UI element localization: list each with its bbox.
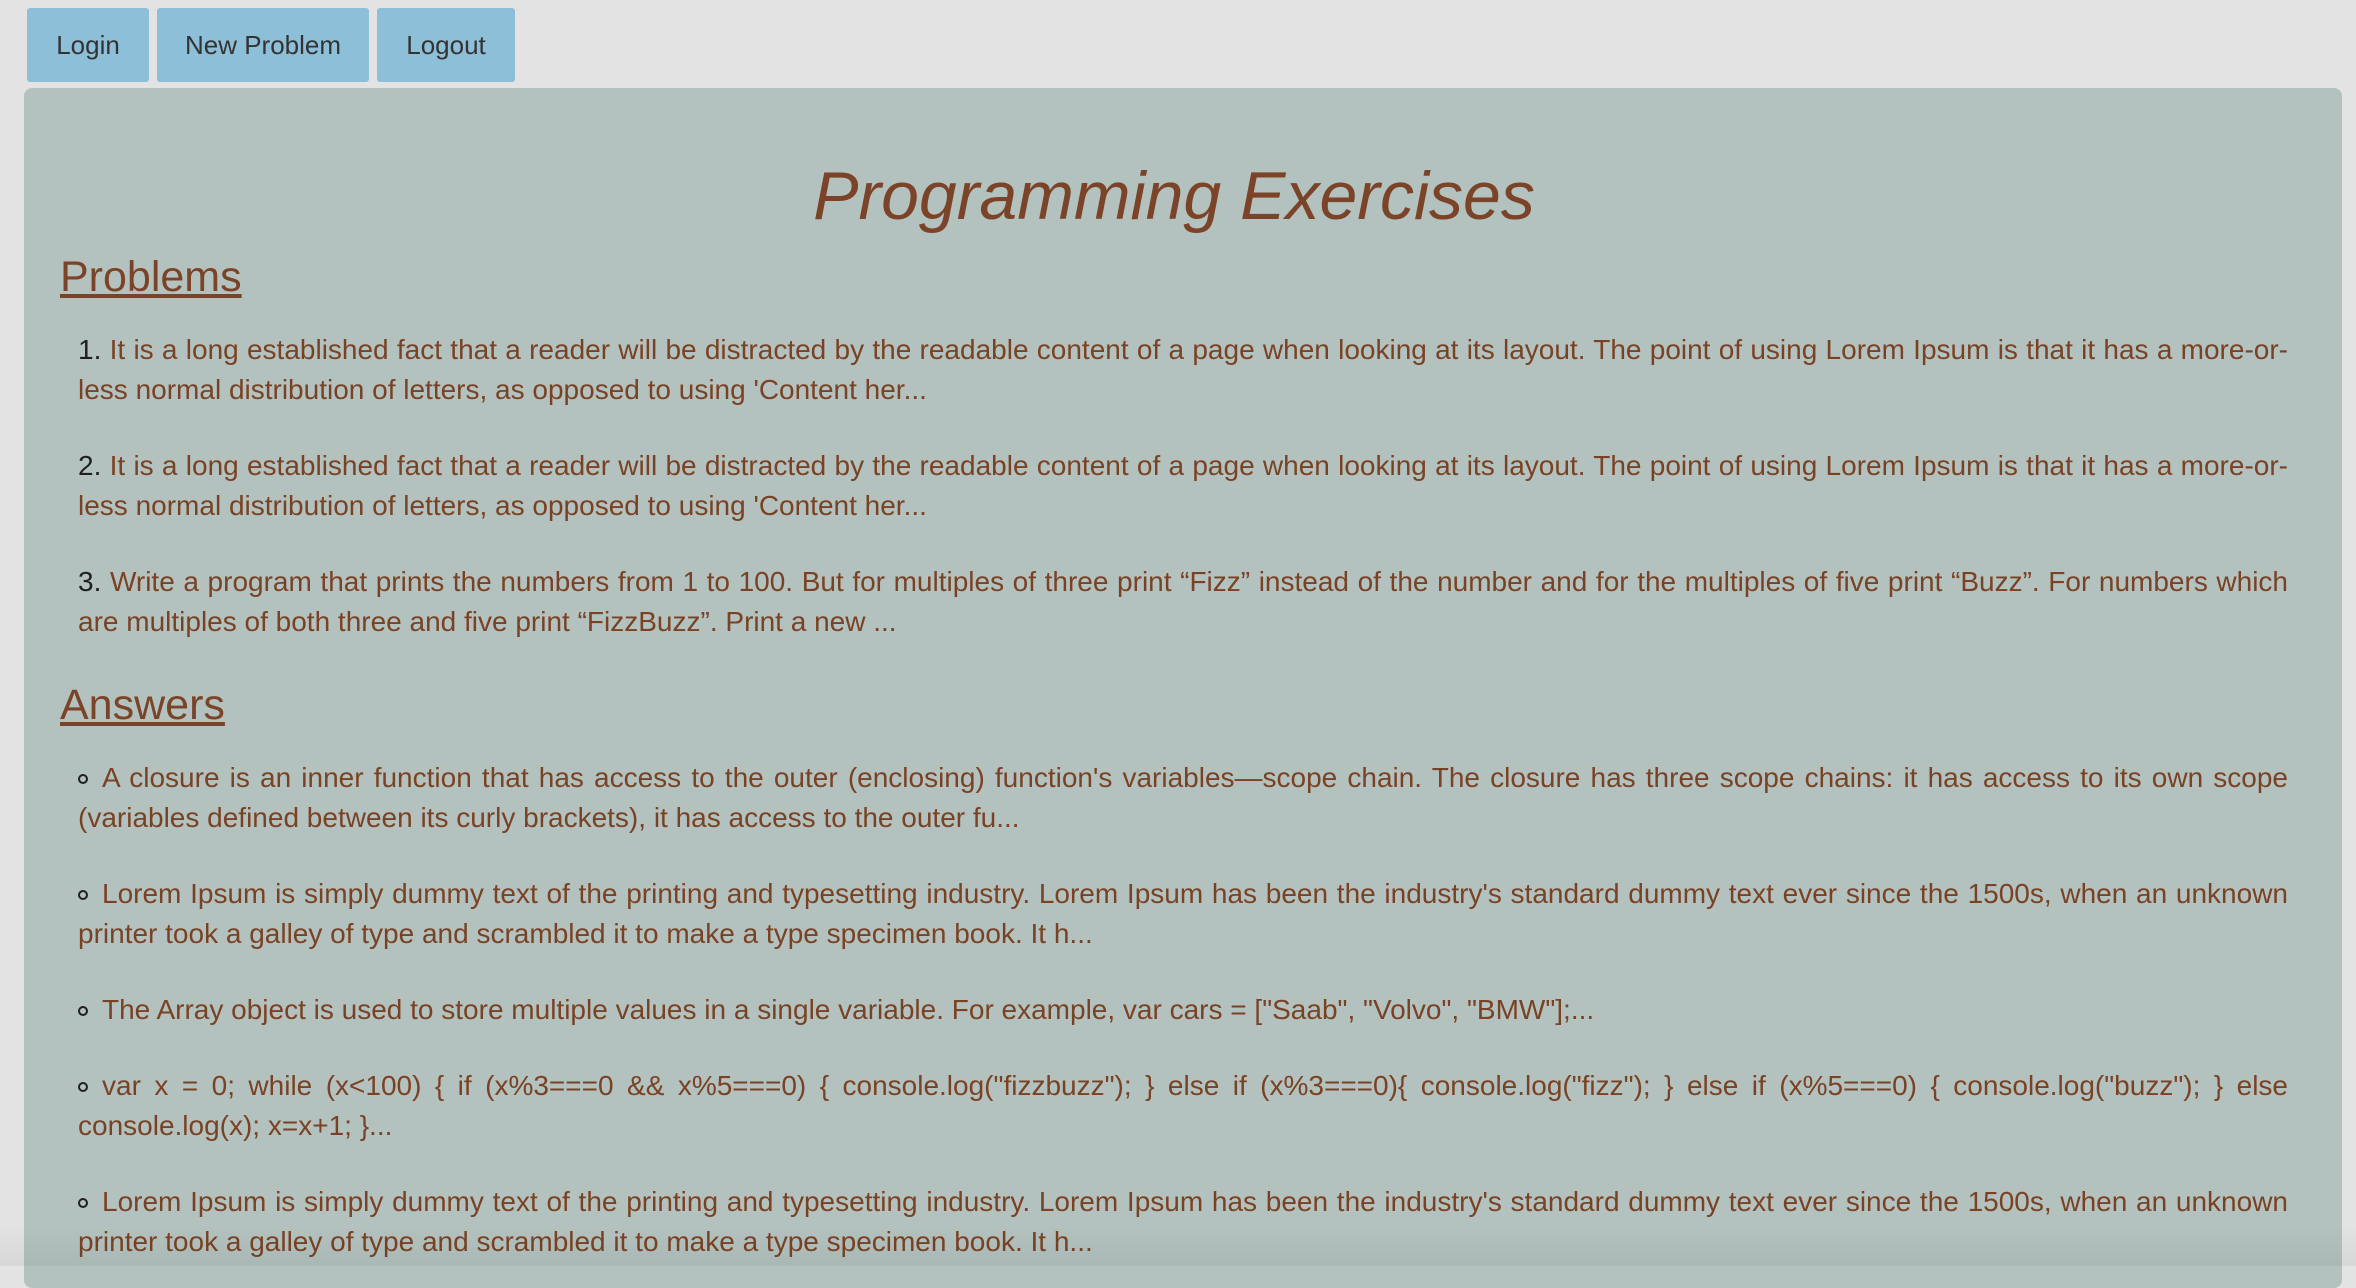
problem-item[interactable]: 3. Write a program that prints the numbe…: [78, 562, 2288, 642]
problem-item[interactable]: 2. It is a long established fact that a …: [78, 446, 2288, 526]
answer-list: A closure is an inner function that has …: [60, 758, 2288, 1262]
problem-text[interactable]: It is a long established fact that a rea…: [78, 450, 2288, 521]
problem-number: 2.: [78, 450, 102, 481]
problem-number: 1.: [78, 334, 102, 365]
answer-text[interactable]: A closure is an inner function that has …: [78, 762, 2288, 833]
answer-item[interactable]: A closure is an inner function that has …: [78, 758, 2288, 838]
problem-list: 1. It is a long established fact that a …: [60, 330, 2288, 642]
answers-heading[interactable]: Answers: [60, 678, 2288, 732]
answer-text[interactable]: Lorem Ipsum is simply dummy text of the …: [78, 1186, 2288, 1257]
page-title: Programming Exercises: [813, 158, 1535, 234]
problem-number: 3.: [78, 566, 102, 597]
logout-button[interactable]: Logout: [377, 8, 515, 82]
problem-text[interactable]: It is a long established fact that a rea…: [78, 334, 2288, 405]
answer-item[interactable]: The Array object is used to store multip…: [78, 990, 2288, 1030]
new-problem-button[interactable]: New Problem: [157, 8, 369, 82]
answer-text[interactable]: Lorem Ipsum is simply dummy text of the …: [78, 878, 2288, 949]
bullet-circle-icon: [78, 1082, 88, 1092]
bullet-circle-icon: [78, 890, 88, 900]
answer-item[interactable]: var x = 0; while (x<100) { if (x%3===0 &…: [78, 1066, 2288, 1146]
problem-text[interactable]: Write a program that prints the numbers …: [78, 566, 2288, 637]
answer-item[interactable]: Lorem Ipsum is simply dummy text of the …: [78, 874, 2288, 954]
answer-item[interactable]: Lorem Ipsum is simply dummy text of the …: [78, 1182, 2288, 1262]
bullet-circle-icon: [78, 1198, 88, 1208]
problem-item[interactable]: 1. It is a long established fact that a …: [78, 330, 2288, 410]
bullet-circle-icon: [78, 774, 88, 784]
top-nav: Login New Problem Logout: [27, 8, 515, 82]
answer-text[interactable]: var x = 0; while (x<100) { if (x%3===0 &…: [78, 1070, 2288, 1141]
problems-heading[interactable]: Problems: [60, 250, 2288, 304]
answer-text[interactable]: The Array object is used to store multip…: [102, 994, 1594, 1025]
main-panel: Programming Exercises Problems 1. It is …: [24, 88, 2342, 1288]
bullet-circle-icon: [78, 1006, 88, 1016]
login-button[interactable]: Login: [27, 8, 149, 82]
